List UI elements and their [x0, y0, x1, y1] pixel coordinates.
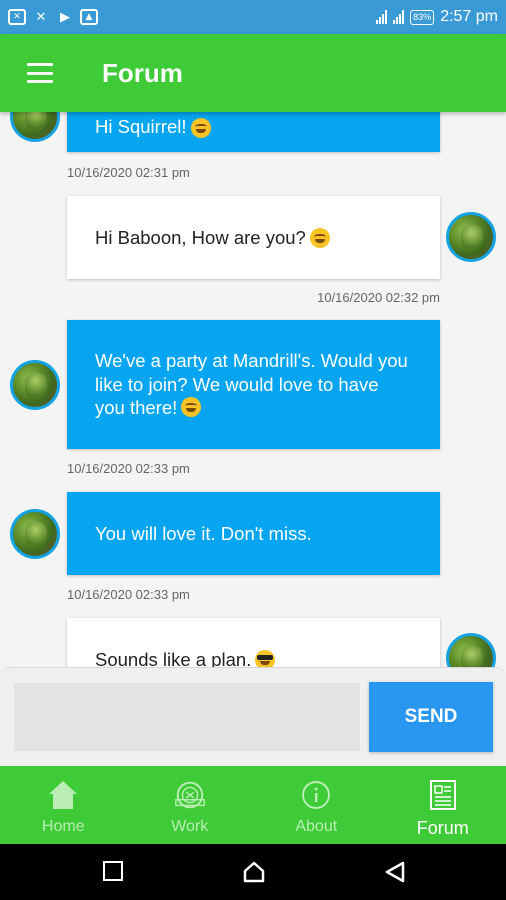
message-bubble: You will love it. Don't miss. [67, 492, 440, 575]
message-text: Hi Baboon, How are you? [95, 226, 306, 248]
battery-indicator: 83% [410, 9, 435, 25]
chat-thread[interactable]: Hi Squirrel! 10/16/2020 02:31 pm Hi Babo… [0, 112, 506, 668]
image-icon: ▲ [80, 9, 98, 25]
system-nav-bar [0, 844, 506, 900]
message-text: Hi Squirrel! [95, 115, 187, 137]
message-bubble: We've a party at Mandrill's. Would you l… [67, 320, 440, 449]
nav-item-work[interactable]: Work [127, 766, 254, 844]
app-bar: Forum [0, 34, 506, 112]
youtube-icon: ▶ [60, 9, 70, 25]
info-icon [299, 778, 333, 812]
notification-icons: ✕ ✕ ▶ ▲ [8, 9, 98, 25]
nav-label: About [295, 818, 338, 835]
message-input[interactable] [14, 683, 360, 751]
nav-item-forum[interactable]: Forum [380, 766, 506, 844]
nav-item-about[interactable]: About [253, 766, 380, 844]
message-timestamp: 10/16/2020 02:32 pm [317, 290, 440, 305]
home-icon [46, 778, 80, 812]
avatar [10, 360, 60, 410]
message-text: We've a party at Mandrill's. Would you l… [95, 350, 408, 419]
grin-emoji-icon [181, 397, 202, 418]
message-timestamp: 10/16/2020 02:33 pm [67, 587, 190, 602]
app-notification-icon: ✕ [8, 9, 26, 25]
page-title: Forum [102, 57, 183, 88]
home-system-icon[interactable] [243, 861, 265, 883]
nav-label: Home [41, 818, 85, 835]
sunglasses-emoji-icon [255, 649, 276, 668]
back-icon[interactable] [384, 861, 406, 883]
menu-icon[interactable] [27, 63, 53, 83]
smile-emoji-icon [190, 118, 211, 138]
message-bubble: Hi Baboon, How are you? [67, 196, 440, 279]
recents-icon[interactable] [103, 861, 123, 881]
message-text: Sounds like a plan. [95, 648, 252, 668]
avatar [10, 509, 60, 559]
work-badge-icon [173, 778, 207, 812]
nav-item-home[interactable]: Home [0, 766, 127, 844]
status-bar: ✕ ✕ ▶ ▲ 83% 2:57 pm [0, 0, 506, 34]
nav-label: Forum [416, 818, 469, 838]
system-icons: 83% 2:57 pm [376, 8, 498, 26]
nav-label: Work [171, 818, 209, 835]
message-text: You will love it. Don't miss. [95, 522, 312, 544]
message-timestamp: 10/16/2020 02:33 pm [67, 461, 190, 476]
avatar [10, 112, 60, 142]
signal-icon [376, 10, 388, 24]
signal-icon-2 [393, 10, 405, 24]
message-composer: SEND [0, 667, 506, 766]
message-bubble: Sounds like a plan. [67, 618, 440, 668]
x-notification-icon: ✕ [35, 9, 47, 25]
message-timestamp: 10/16/2020 02:31 pm [67, 165, 190, 180]
smile-emoji-icon [309, 227, 330, 248]
avatar [446, 212, 496, 262]
message-bubble: Hi Squirrel! [67, 112, 440, 152]
avatar [446, 633, 496, 668]
status-time: 2:57 pm [440, 8, 498, 25]
forum-icon [426, 778, 460, 812]
send-button[interactable]: SEND [369, 682, 493, 752]
bottom-nav: Home Work About Forum [0, 766, 506, 844]
